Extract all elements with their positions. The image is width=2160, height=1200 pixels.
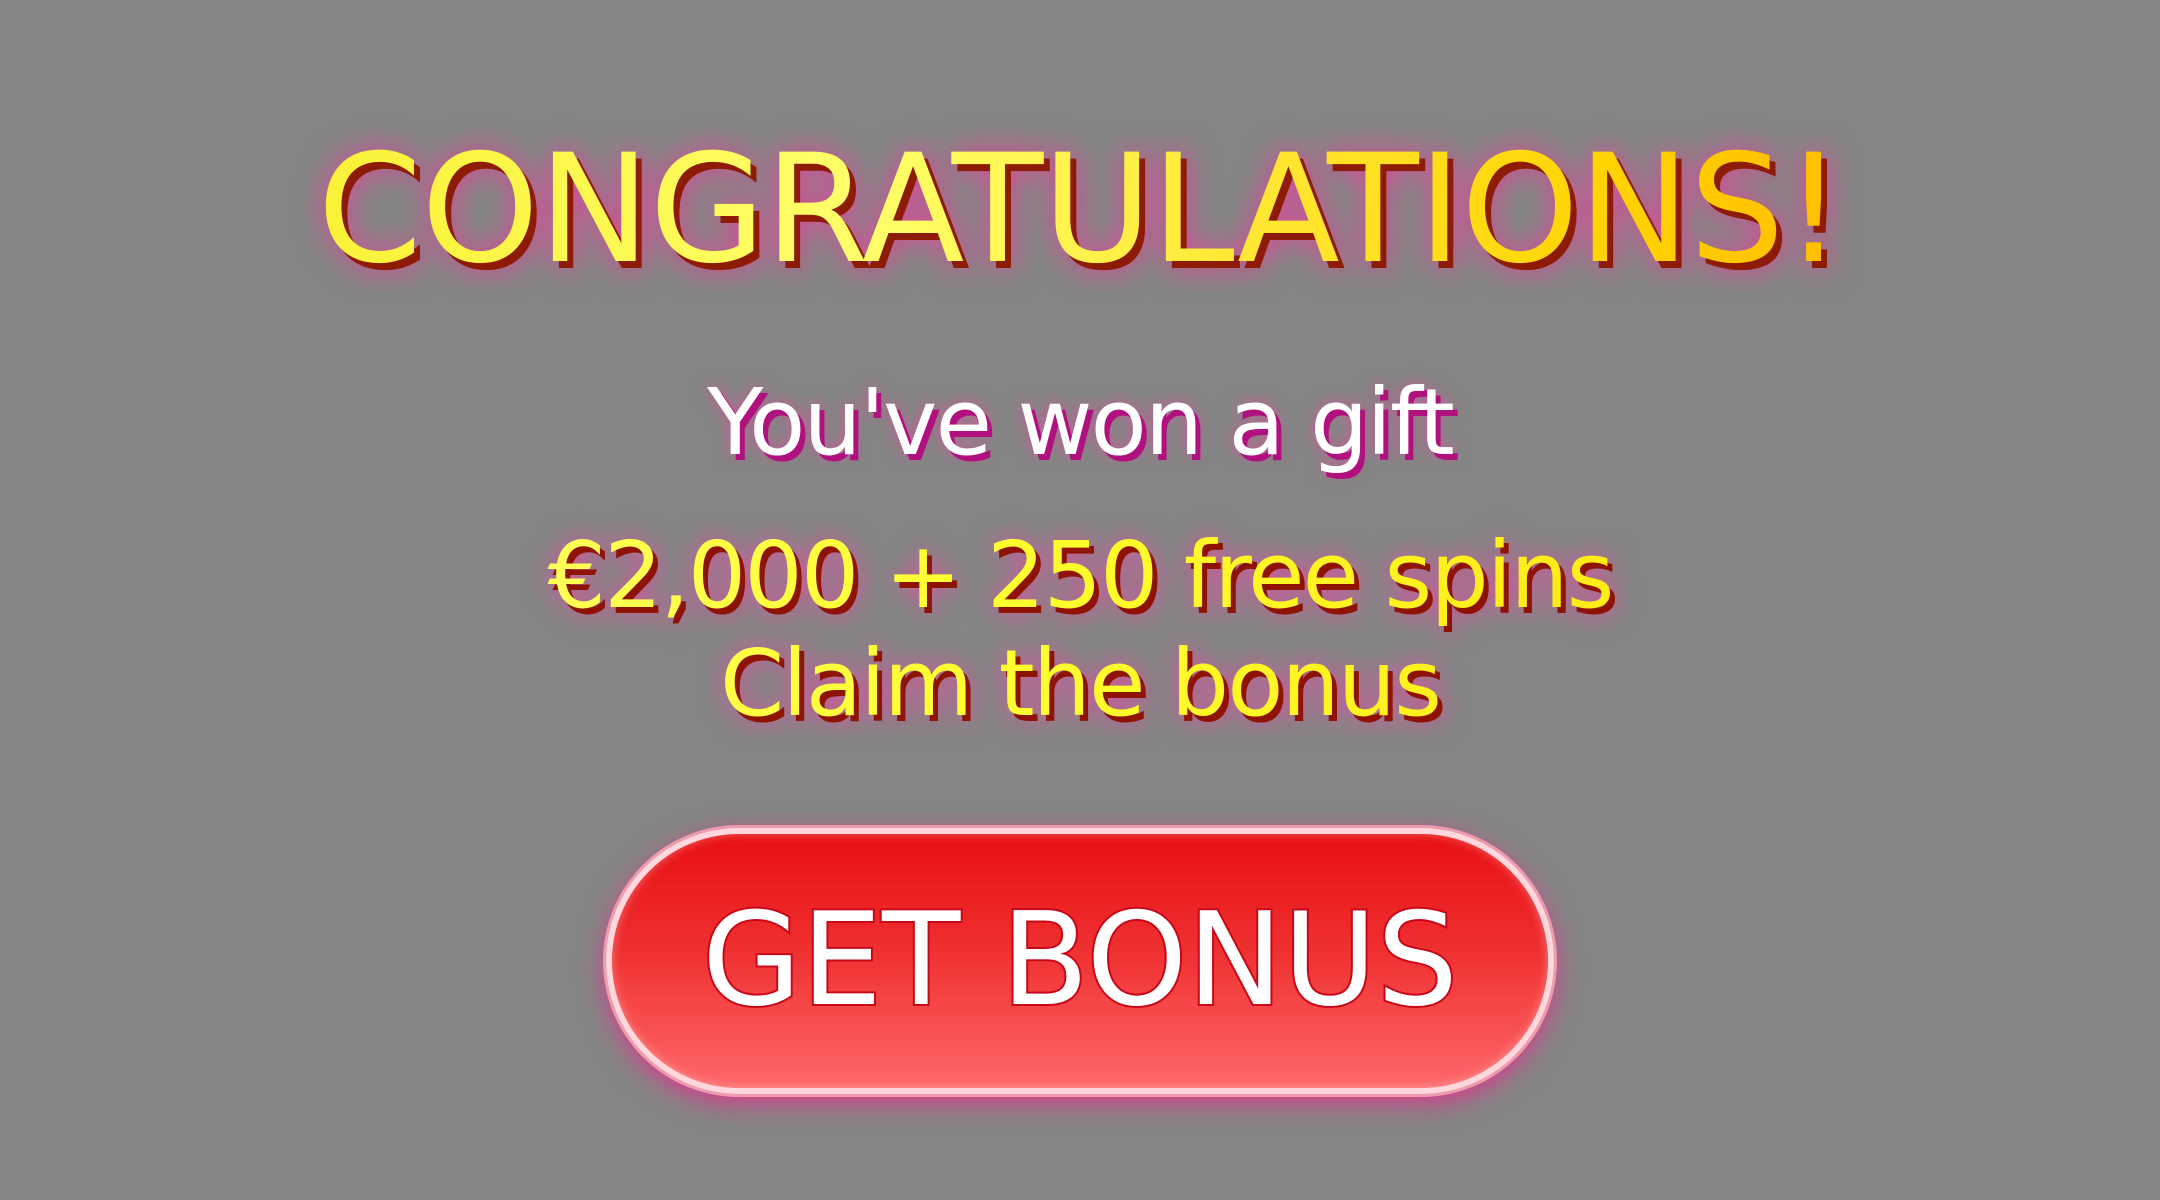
congratulations-headline: CONGRATULATIONS! (0, 120, 2160, 300)
bonus-amount-text: €2,000 + 250 free spins (0, 522, 2160, 630)
get-bonus-button[interactable]: GET BONUS (606, 828, 1554, 1094)
bonus-offer: €2,000 + 250 free spins Claim the bonus (0, 522, 2160, 738)
get-bonus-label: GET BONUS (700, 886, 1460, 1035)
claim-bonus-text: Claim the bonus (0, 630, 2160, 738)
bonus-popup: CONGRATULATIONS! You've won a gift €2,00… (0, 0, 2160, 1200)
gift-subtitle: You've won a gift (707, 369, 1455, 476)
